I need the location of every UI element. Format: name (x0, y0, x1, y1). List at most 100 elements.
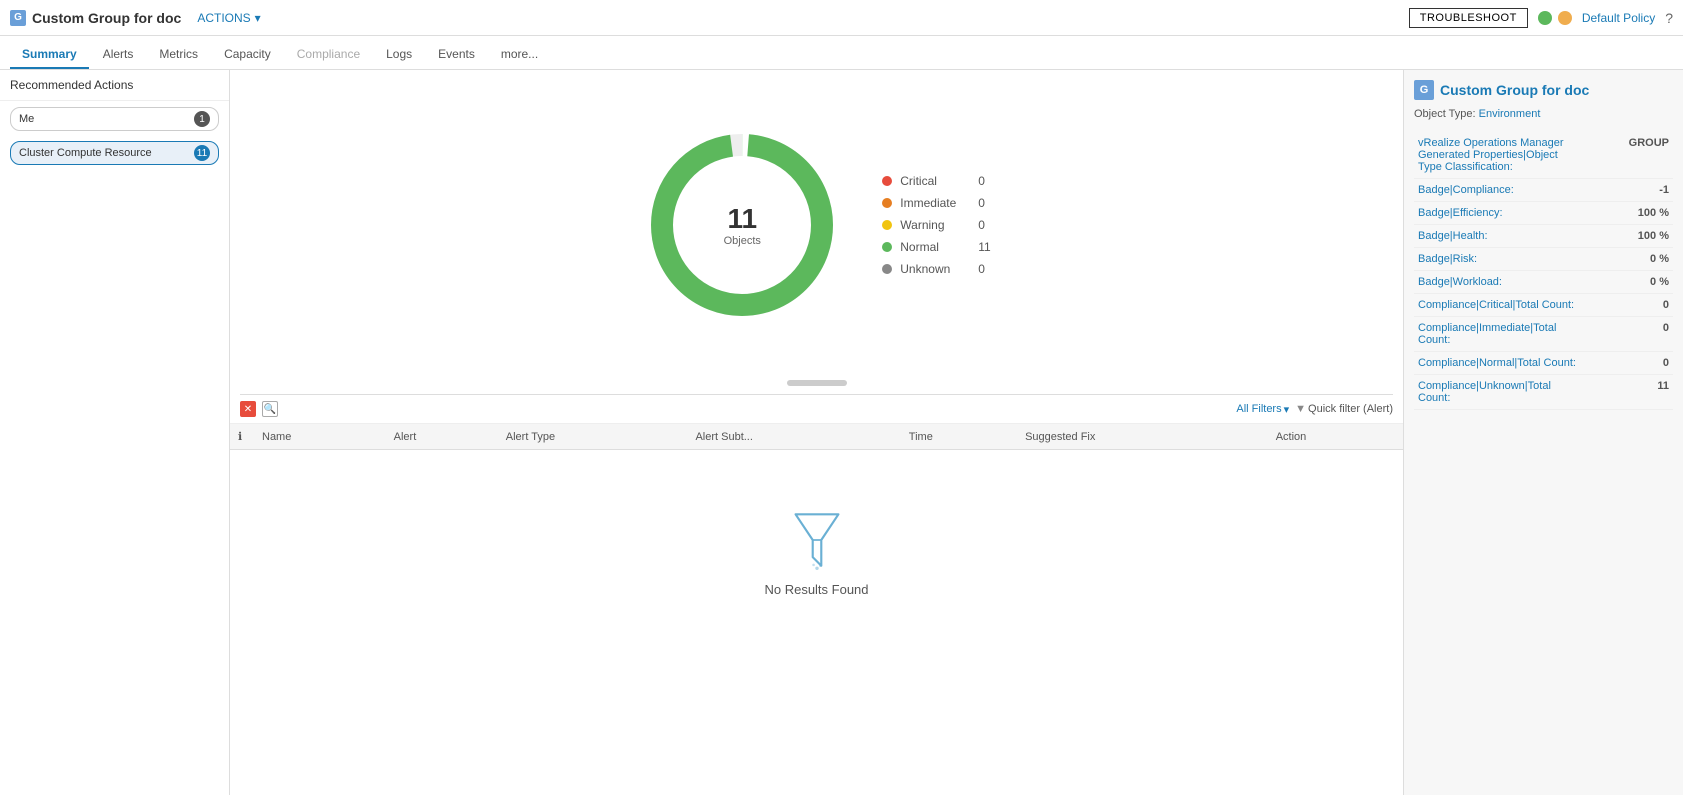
actions-label: ACTIONS (197, 11, 250, 25)
property-label: Compliance|Critical|Total Count: (1414, 294, 1582, 317)
funnel-icon (787, 510, 847, 570)
property-label: Badge|Efficiency: (1414, 202, 1582, 225)
tab-capacity[interactable]: Capacity (212, 41, 283, 69)
search-button[interactable]: 🔍 (262, 401, 278, 417)
legend-critical: Critical 0 (882, 174, 990, 188)
col-alert[interactable]: Alert (386, 424, 498, 450)
filter-cluster-label: Cluster Compute Resource (19, 147, 152, 159)
legend-immediate: Immediate 0 (882, 196, 990, 210)
legend-critical-label: Critical (900, 174, 970, 188)
property-value: 0 (1582, 317, 1673, 352)
property-value: 0 (1582, 294, 1673, 317)
col-alert-subtype[interactable]: Alert Subt... (687, 424, 900, 450)
tab-alerts[interactable]: Alerts (91, 41, 146, 69)
tab-metrics[interactable]: Metrics (147, 41, 210, 69)
chart-area: 11 Objects Critical 0 Immediate 0 (230, 70, 1403, 380)
property-row: Compliance|Unknown|Total Count: 11 (1414, 375, 1673, 410)
col-suggested-fix[interactable]: Suggested Fix (1017, 424, 1268, 450)
property-label: vRealize Operations Manager Generated Pr… (1414, 132, 1582, 179)
legend-warning-count: 0 (978, 218, 985, 232)
table-header-row: ℹ Name Alert Alert Type Alert Subt... Ti… (230, 424, 1403, 450)
legend-critical-dot (882, 176, 892, 186)
dropdown-arrow-icon: ▾ (255, 11, 261, 25)
main-layout: Recommended Actions Me 1 Cluster Compute… (0, 70, 1683, 795)
legend-warning-dot (882, 220, 892, 230)
legend-unknown-count: 0 (978, 262, 985, 276)
legend-unknown-dot (882, 264, 892, 274)
right-panel-header: G Custom Group for doc (1414, 80, 1673, 100)
col-alert-type[interactable]: Alert Type (498, 424, 688, 450)
legend-warning-label: Warning (900, 218, 970, 232)
top-bar-right: TROUBLESHOOT Default Policy ? (1409, 8, 1673, 28)
filter-me[interactable]: Me 1 (10, 107, 219, 131)
property-row: vRealize Operations Manager Generated Pr… (1414, 132, 1673, 179)
tab-summary[interactable]: Summary (10, 41, 89, 69)
quick-filter-label: Quick filter (Alert) (1308, 403, 1393, 415)
actions-button[interactable]: ACTIONS ▾ (197, 11, 260, 25)
alerts-table: ℹ Name Alert Alert Type Alert Subt... Ti… (230, 424, 1403, 657)
right-panel: G Custom Group for doc Object Type: Envi… (1403, 70, 1683, 795)
property-value: GROUP (1582, 132, 1673, 179)
left-panel: Recommended Actions Me 1 Cluster Compute… (0, 70, 230, 795)
property-value: 11 (1582, 375, 1673, 410)
legend-warning: Warning 0 (882, 218, 990, 232)
legend-immediate-dot (882, 198, 892, 208)
tab-events[interactable]: Events (426, 41, 487, 69)
col-name[interactable]: Name (254, 424, 386, 450)
filter-cluster[interactable]: Cluster Compute Resource 11 (10, 141, 219, 165)
legend-normal-dot (882, 242, 892, 252)
legend-immediate-label: Immediate (900, 196, 970, 210)
filter-funnel-icon: ▼ (1295, 403, 1306, 415)
col-time[interactable]: Time (901, 424, 1017, 450)
all-filters-button[interactable]: All Filters ▾ (1236, 403, 1289, 416)
help-icon[interactable]: ? (1665, 10, 1673, 26)
quick-filter-button[interactable]: ▼ Quick filter (Alert) (1295, 403, 1393, 415)
center-panel: 11 Objects Critical 0 Immediate 0 (230, 70, 1403, 795)
col-action[interactable]: Action (1268, 424, 1403, 450)
legend-normal-count: 11 (978, 240, 990, 254)
no-results: No Results Found (230, 450, 1403, 657)
troubleshoot-button[interactable]: TROUBLESHOOT (1409, 8, 1528, 28)
legend-critical-count: 0 (978, 174, 985, 188)
status-green-icon (1538, 11, 1552, 25)
object-type-label: Object Type: (1414, 108, 1476, 120)
property-label: Badge|Workload: (1414, 271, 1582, 294)
chart-legend: Critical 0 Immediate 0 Warning 0 Normal … (882, 174, 990, 276)
property-row: Badge|Health: 100 % (1414, 225, 1673, 248)
property-label: Compliance|Unknown|Total Count: (1414, 375, 1582, 410)
alerts-toolbar: ✕ 🔍 All Filters ▾ ▼ Quick filter (Alert) (230, 395, 1403, 424)
property-value: 0 % (1582, 271, 1673, 294)
property-row: Badge|Workload: 0 % (1414, 271, 1673, 294)
legend-unknown: Unknown 0 (882, 262, 990, 276)
properties-table: vRealize Operations Manager Generated Pr… (1414, 132, 1673, 410)
policy-link[interactable]: Default Policy (1582, 11, 1655, 25)
property-row: Compliance|Critical|Total Count: 0 (1414, 294, 1673, 317)
filter-me-label: Me (19, 113, 34, 125)
col-info: ℹ (230, 424, 254, 450)
recommended-actions-header: Recommended Actions (0, 70, 229, 101)
close-filter-button[interactable]: ✕ (240, 401, 256, 417)
property-label: Badge|Health: (1414, 225, 1582, 248)
property-label: Compliance|Normal|Total Count: (1414, 352, 1582, 375)
filter-me-count: 1 (194, 111, 210, 127)
property-value: 100 % (1582, 202, 1673, 225)
object-type-value: Environment (1479, 108, 1541, 120)
object-type-row: Object Type: Environment (1414, 108, 1673, 120)
filter-cluster-count: 11 (194, 145, 210, 161)
tab-bar: Summary Alerts Metrics Capacity Complian… (0, 36, 1683, 70)
scroll-thumb[interactable] (787, 380, 847, 386)
property-label: Compliance|Immediate|Total Count: (1414, 317, 1582, 352)
tab-compliance: Compliance (285, 41, 372, 69)
property-value: 100 % (1582, 225, 1673, 248)
legend-normal-label: Normal (900, 240, 970, 254)
property-row: Compliance|Normal|Total Count: 0 (1414, 352, 1673, 375)
page-title: Custom Group for doc (32, 10, 181, 26)
right-panel-title: Custom Group for doc (1440, 82, 1589, 98)
tab-more[interactable]: more... (489, 41, 550, 69)
no-results-text: No Results Found (764, 582, 868, 597)
property-row: Badge|Risk: 0 % (1414, 248, 1673, 271)
all-filters-chevron-icon: ▾ (1284, 403, 1290, 416)
property-row: Badge|Compliance: -1 (1414, 179, 1673, 202)
app-icon: G (10, 10, 26, 26)
tab-logs[interactable]: Logs (374, 41, 424, 69)
